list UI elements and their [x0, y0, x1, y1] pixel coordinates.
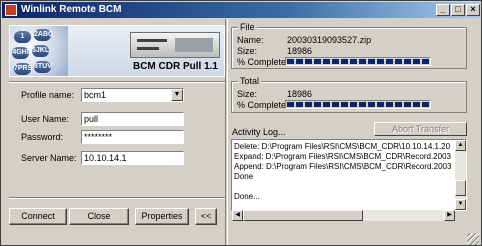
log-line: Done	[234, 172, 254, 181]
collapse-button[interactable]: <<	[195, 208, 217, 225]
app-window: Winlink Remote BCM _ □ × 1 2ABC 4GHI 5JK…	[0, 0, 482, 246]
log-line: Expand: D:\Program Files\RSI\CMS\BCM_CDR…	[234, 152, 451, 161]
total-group-title: Total	[238, 76, 262, 86]
file-progress-fill	[287, 59, 429, 64]
keypad-key: 1	[14, 31, 31, 43]
keypad-key: 7PRS	[14, 63, 32, 75]
file-size-value: 18986	[287, 46, 313, 56]
user-name-label: User Name:	[21, 114, 70, 124]
log-line: Append: D:\Program Files\RSI\CMS\BCM_CDR…	[234, 162, 452, 171]
server-name-input[interactable]: 10.10.14.1	[81, 151, 184, 165]
chevron-down-icon[interactable]: ▼	[171, 89, 183, 101]
total-complete-label: % Complete:	[237, 100, 289, 110]
resize-grip-icon[interactable]	[467, 233, 479, 245]
abort-transfer-button[interactable]: Abort Transfer	[374, 122, 467, 136]
scroll-thumb[interactable]	[243, 210, 363, 221]
title-bar[interactable]: Winlink Remote BCM _ □ ×	[2, 2, 480, 18]
connect-button[interactable]: Connect	[9, 208, 67, 225]
log-line: Delete: D:\Program Files\RSI\CMS\BCM_CDR…	[234, 142, 451, 151]
activity-log-label: Activity Log...	[232, 127, 286, 137]
scroll-up-icon[interactable]: ▲	[455, 140, 466, 151]
server-name-label: Server Name:	[21, 153, 77, 163]
log-vertical-scrollbar[interactable]: ▲ ▼	[455, 140, 466, 210]
scroll-left-icon[interactable]: ◀	[232, 210, 243, 221]
scroll-right-icon[interactable]: ▶	[444, 210, 455, 221]
file-progress-bar	[285, 57, 431, 66]
product-title: BCM CDR Pull 1.1	[132, 61, 218, 72]
activity-log[interactable]: Delete: D:\Program Files\RSI\CMS\BCM_CDR…	[231, 139, 467, 211]
keypad-key: 8TUV	[34, 61, 52, 73]
total-size-value: 18986	[287, 89, 313, 99]
keypad-key: 2ABC	[34, 29, 53, 41]
file-complete-label: % Complete:	[237, 57, 289, 67]
app-icon	[5, 4, 17, 16]
user-name-input[interactable]: pull	[81, 112, 184, 126]
form-divider	[9, 197, 225, 199]
bcm-device-image	[130, 32, 220, 58]
minimize-button[interactable]: _	[436, 4, 450, 16]
scroll-thumb[interactable]	[455, 180, 466, 196]
maximize-button[interactable]: □	[451, 4, 465, 16]
close-window-button[interactable]: ×	[466, 4, 480, 16]
banner-divider	[9, 81, 225, 83]
log-horizontal-scrollbar[interactable]: ◀ ▶	[232, 210, 455, 221]
total-size-label: Size:	[237, 89, 258, 99]
close-button[interactable]: Close	[69, 208, 129, 225]
keypad-key: 4GHI	[12, 47, 29, 59]
keypad-key: 5JKL	[32, 45, 49, 57]
file-size-label: Size:	[237, 46, 258, 56]
profile-label: Profile name:	[21, 90, 75, 100]
phone-keypad-image: 1 2ABC 4GHI 5JKL 7PRS 8TUV	[10, 26, 68, 76]
password-input[interactable]: ********	[81, 130, 184, 144]
file-name-value: 20030319093527.zip	[287, 35, 372, 45]
window-title: Winlink Remote BCM	[21, 4, 122, 15]
profile-value: bcm1	[84, 90, 107, 100]
panel-splitter[interactable]	[225, 19, 228, 245]
file-name-label: Name:	[237, 35, 264, 45]
password-label: Password:	[21, 132, 64, 142]
total-progress-bar	[285, 100, 431, 109]
properties-button[interactable]: Properties	[135, 208, 189, 225]
total-progress-fill	[287, 102, 429, 107]
log-line: Done...	[234, 192, 260, 201]
profile-select[interactable]: bcm1 ▼	[81, 88, 184, 102]
file-group-title: File	[238, 22, 257, 32]
product-banner: 1 2ABC 4GHI 5JKL 7PRS 8TUV BCM CDR Pull …	[9, 25, 225, 77]
scroll-down-icon[interactable]: ▼	[455, 199, 466, 210]
